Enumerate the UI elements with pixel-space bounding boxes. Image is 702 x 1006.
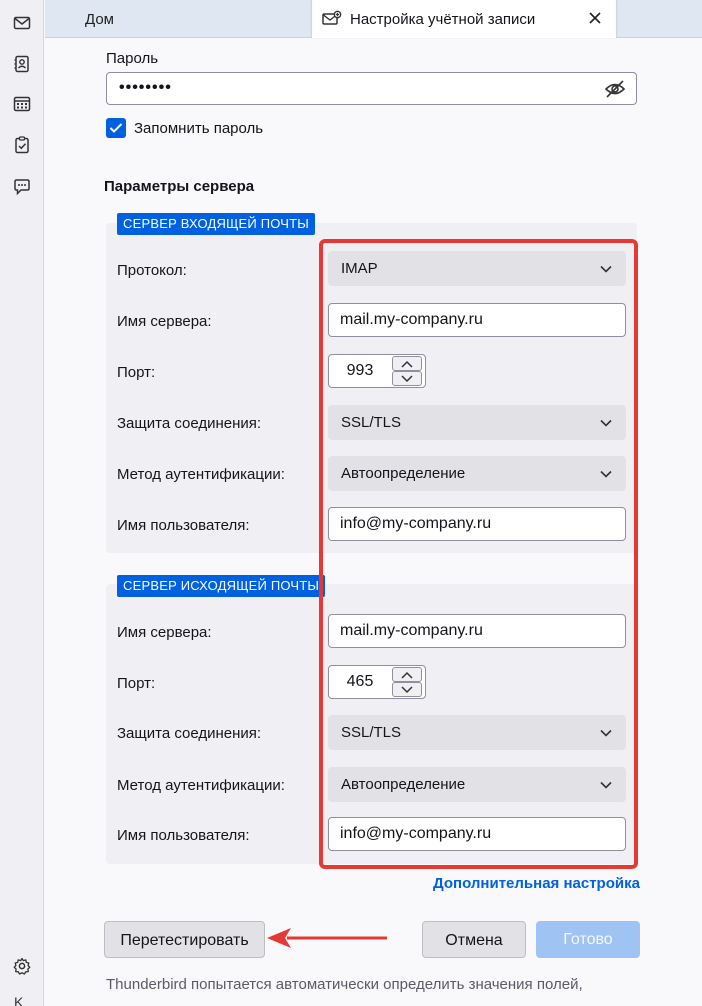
arrow-annotation bbox=[267, 928, 387, 948]
advanced-config-link[interactable]: Дополнительная настройка bbox=[433, 875, 640, 892]
mail-icon[interactable] bbox=[11, 12, 33, 34]
incoming-username-label: Имя пользователя: bbox=[117, 517, 250, 534]
outgoing-port-label: Порт: bbox=[117, 675, 156, 692]
tab-account-setup-label: Настройка учётной записи bbox=[350, 10, 536, 28]
incoming-protocol-label: Протокол: bbox=[117, 262, 187, 279]
highlight-annotation bbox=[319, 239, 638, 869]
checkmark-icon bbox=[109, 123, 123, 133]
chat-icon[interactable] bbox=[11, 176, 33, 198]
incoming-security-label: Защита соединения: bbox=[117, 415, 262, 432]
incoming-port-label: Порт: bbox=[117, 364, 156, 381]
incoming-hostname-label: Имя сервера: bbox=[117, 313, 212, 330]
password-value: •••••••• bbox=[119, 79, 172, 96]
outgoing-security-label: Защита соединения: bbox=[117, 725, 262, 742]
remember-password-label[interactable]: Запомнить пароль bbox=[134, 120, 263, 137]
outgoing-server-legend: СЕРВЕР ИСХОДЯЩЕЙ ПОЧТЫ bbox=[117, 575, 326, 597]
password-label: Пароль bbox=[106, 50, 159, 67]
tab-bar: Дом Настройка учётной записи bbox=[45, 0, 702, 38]
tasks-icon[interactable] bbox=[11, 134, 33, 156]
server-settings-heading: Параметры сервера bbox=[104, 178, 255, 195]
eye-off-icon[interactable] bbox=[604, 79, 626, 99]
spaces-toolbar: K bbox=[0, 0, 44, 1006]
tab-account-setup[interactable]: Настройка учётной записи bbox=[311, 0, 617, 38]
mail-setup-icon bbox=[322, 10, 342, 25]
outgoing-username-label: Имя пользователя: bbox=[117, 827, 250, 844]
close-icon[interactable] bbox=[588, 11, 602, 25]
address-book-icon[interactable] bbox=[11, 53, 33, 75]
calendar-icon[interactable] bbox=[11, 93, 33, 115]
autodetect-note: Thunderbird попытается автоматически опр… bbox=[106, 976, 583, 993]
password-field[interactable]: •••••••• bbox=[106, 72, 637, 105]
account-setup-content: Пароль •••••••• Запомнить пароль Парамет… bbox=[45, 39, 702, 1006]
tab-home-label: Дом bbox=[85, 10, 114, 28]
sidebar-letter: K bbox=[14, 994, 24, 1006]
incoming-auth-label: Метод аутентификации: bbox=[117, 466, 285, 483]
settings-icon[interactable] bbox=[11, 955, 33, 977]
outgoing-hostname-label: Имя сервера: bbox=[117, 624, 212, 641]
outgoing-auth-label: Метод аутентификации: bbox=[117, 777, 285, 794]
cancel-button[interactable]: Отмена bbox=[422, 921, 526, 958]
done-button[interactable]: Готово bbox=[536, 921, 640, 958]
incoming-server-legend: СЕРВЕР ВХОДЯЩЕЙ ПОЧТЫ bbox=[117, 213, 316, 235]
tab-home[interactable]: Дом bbox=[85, 0, 114, 38]
remember-password-checkbox[interactable] bbox=[106, 118, 126, 138]
retest-button[interactable]: Перетестировать bbox=[104, 921, 265, 958]
